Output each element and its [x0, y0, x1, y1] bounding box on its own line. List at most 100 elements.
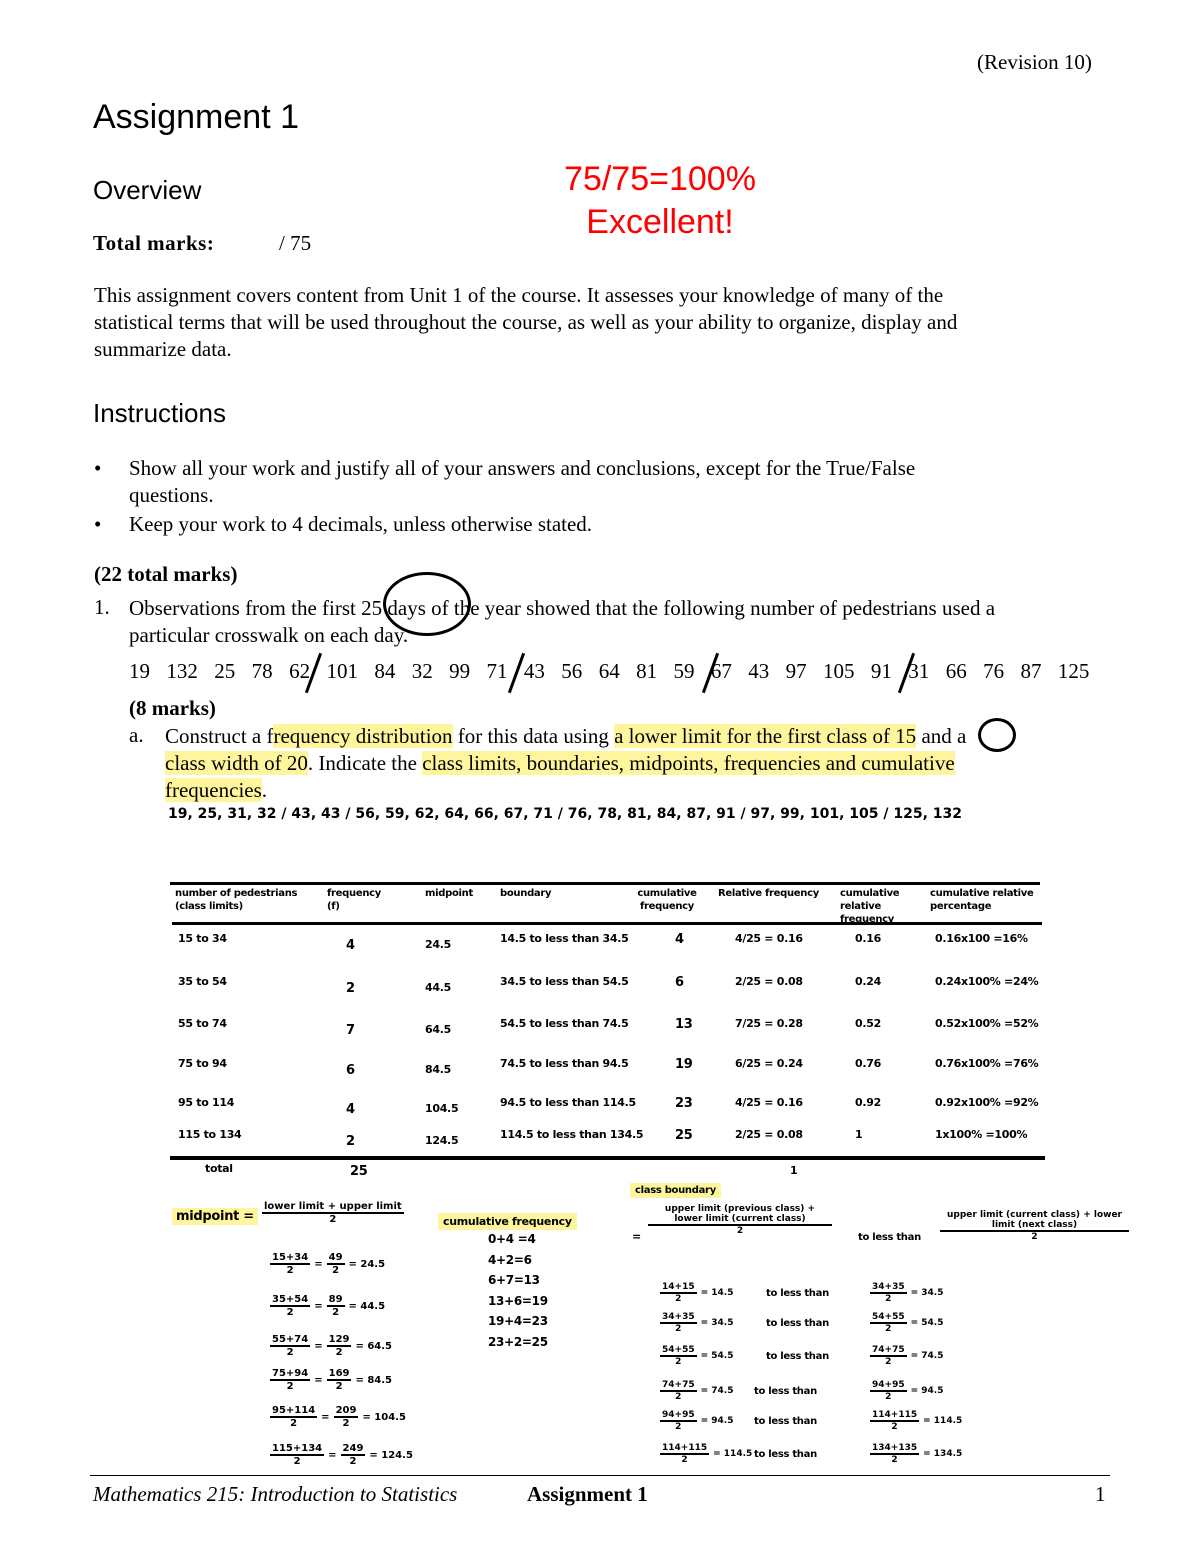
data-value: 99 — [449, 659, 471, 683]
cumfreq-calc: 13+6=19 — [488, 1293, 548, 1308]
total-marks-label: Total marks: — [93, 231, 215, 255]
denominator: 2 — [675, 1422, 682, 1432]
data-value: 32 — [411, 659, 433, 683]
data-value: 132 — [166, 659, 198, 683]
table-cell: 0.92x100% =92% — [935, 1096, 1039, 1109]
midpoint-calc: 55+74 2 = 129 2 = 64.5 — [270, 1334, 392, 1358]
numerator: 14+15 — [660, 1282, 697, 1294]
qa-text-part: and a — [916, 724, 967, 748]
data-value: 91 — [870, 659, 892, 683]
to-less-than: to less than — [766, 1288, 829, 1299]
denominator: 2 — [681, 1455, 688, 1465]
numerator: 74+75 — [660, 1380, 697, 1392]
result: = 34.5 — [910, 1288, 944, 1298]
table-cell: 0.76 — [855, 1057, 881, 1070]
table-cell: 4/25 = 0.16 — [735, 932, 803, 945]
overview-heading: Overview — [93, 175, 202, 205]
midpoint-formula: lower limit + upper limit 2 — [262, 1201, 404, 1225]
midpoint-calc: 15+34 2 = 49 2 = 24.5 — [270, 1252, 385, 1276]
instruction-text: questions. — [129, 483, 214, 507]
table-cell: 95 to 114 — [178, 1096, 235, 1109]
numerator: 54+55 — [660, 1345, 697, 1357]
instruction-text: Keep your work to 4 decimals, unless oth… — [129, 512, 593, 536]
column-header: cumulative frequency — [637, 888, 697, 912]
qa-marks: (8 marks) — [129, 696, 216, 720]
table-cell: 2/25 = 0.08 — [735, 975, 803, 988]
result: = 134.5 — [923, 1449, 963, 1459]
qa-text-part: for this data using — [452, 724, 615, 748]
qa-letter: a. — [129, 723, 144, 747]
intro-line: This assignment covers content from Unit… — [94, 283, 944, 307]
data-value: 125 — [1057, 659, 1090, 683]
numerator: 115+134 — [270, 1443, 325, 1456]
boundary-left-formula: upper limit (previous class) + lower lim… — [648, 1204, 832, 1236]
data-value: 84 — [374, 659, 396, 683]
table-cell: 0.16 — [855, 932, 881, 945]
result: = 34.5 — [700, 1318, 734, 1328]
plus: + — [807, 1204, 816, 1214]
boundary-calc-lower: 114+115 2 = 114.5 — [660, 1443, 752, 1465]
total-frequency: 25 — [350, 1164, 368, 1179]
denominator: 2 — [286, 1381, 294, 1392]
to-less-than: to less than — [766, 1318, 829, 1329]
numerator: 169 — [326, 1368, 352, 1381]
table-cell: 2/25 = 0.08 — [735, 1128, 803, 1141]
boundary-right-formula: upper limit (current class) + lower limi… — [940, 1210, 1129, 1242]
to-less-than: to less than — [754, 1449, 817, 1460]
table-cell: 6 — [675, 975, 684, 990]
boundary-calc-lower: 54+55 2 = 54.5 — [660, 1345, 733, 1367]
table-cell: 4 — [346, 938, 355, 953]
table-cell: 64.5 — [425, 1023, 451, 1036]
result: = 104.5 — [362, 1411, 406, 1423]
table-cell: 7/25 = 0.28 — [735, 1017, 803, 1030]
table-cell: 4 — [346, 1102, 355, 1117]
midpoint-calc: 115+134 2 = 249 2 = 124.5 — [270, 1443, 413, 1467]
table-cell: 19 — [675, 1057, 693, 1072]
page-number: 1 — [1095, 1482, 1106, 1506]
boundary-label: class boundary — [630, 1183, 721, 1198]
table-cell: 34.5 to less than 54.5 — [500, 975, 629, 988]
data-value: 66 — [945, 659, 967, 683]
cumfreq-calc: 23+2=25 — [488, 1334, 548, 1349]
table-cell: 104.5 — [425, 1102, 459, 1115]
midpoint-label: midpoint = — [172, 1208, 258, 1225]
data-value: 81 — [636, 659, 658, 683]
numerator: 75+94 — [270, 1368, 311, 1381]
boundary-calc-upper: 94+95 2 = 94.5 — [870, 1380, 943, 1402]
data-value: 78 — [251, 659, 273, 683]
column-header: midpoint — [425, 888, 473, 899]
midpoint-calc: 75+94 2 = 169 2 = 84.5 — [270, 1368, 392, 1392]
table-cell: 94.5 to less than 114.5 — [500, 1096, 636, 1109]
denominator: 2 — [736, 1226, 744, 1236]
cumfreq-calc: 6+7=13 — [488, 1273, 540, 1287]
data-value: 64 — [598, 659, 620, 683]
result: = 54.5 — [700, 1351, 734, 1361]
grade-score: 75/75=100% — [564, 160, 756, 198]
qa-text-part: Construct a f — [165, 724, 274, 748]
result: = 114.5 — [923, 1416, 963, 1426]
column-header: cumulative relative frequency — [840, 888, 900, 925]
result: = 94.5 — [910, 1386, 944, 1396]
highlight: a lower limit for the first class of 15 — [614, 724, 917, 748]
denominator: 2 — [885, 1324, 892, 1334]
numerator: 94+95 — [870, 1380, 907, 1392]
instruction-item: • Keep your work to 4 decimals, unless ot… — [94, 511, 915, 538]
denominator: 2 — [891, 1455, 898, 1465]
numerator: 249 — [340, 1443, 366, 1456]
column-header: Relative frequency — [718, 888, 819, 899]
table-cell: 1 — [855, 1128, 863, 1141]
data-value: 62 — [289, 659, 311, 683]
denominator: 2 — [891, 1422, 898, 1432]
footer-assignment: Assignment 1 — [527, 1482, 648, 1506]
boundary-calc-upper: 54+55 2 = 54.5 — [870, 1312, 943, 1334]
denominator: 2 — [293, 1456, 301, 1467]
denominator: 2 — [349, 1456, 357, 1467]
revision-label: (Revision 10) — [977, 50, 1092, 74]
result: = 84.5 — [355, 1374, 393, 1386]
denominator: 2 — [885, 1392, 892, 1402]
equals: = — [314, 1374, 323, 1386]
total-label: total — [205, 1162, 233, 1175]
table-cell: 44.5 — [425, 981, 451, 994]
numerator: 114+115 — [870, 1410, 920, 1422]
qa-text-part: . — [261, 778, 268, 802]
